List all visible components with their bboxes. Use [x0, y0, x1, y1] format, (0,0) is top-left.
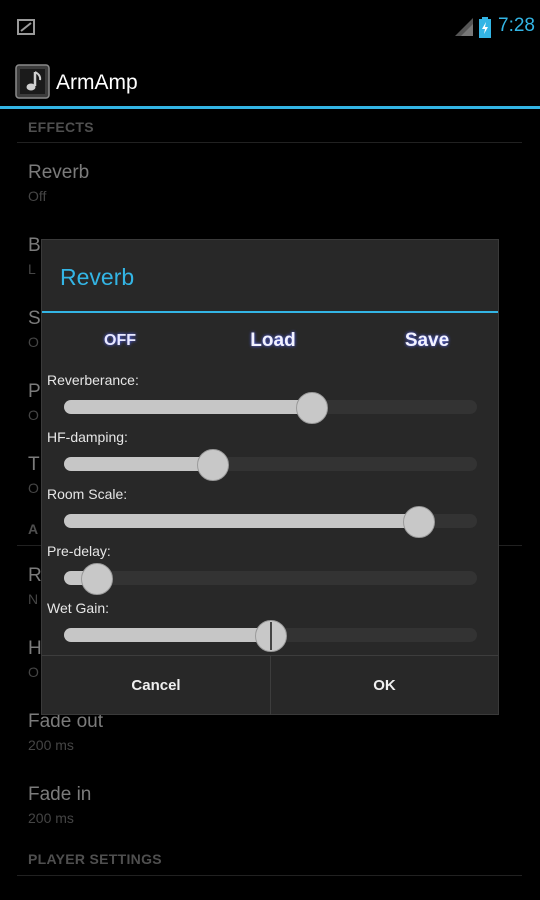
- dialog-title: Reverb: [60, 264, 135, 290]
- notification-icon: [17, 19, 35, 35]
- ok-button[interactable]: OK: [271, 656, 498, 715]
- battery-charging-icon: [479, 17, 491, 38]
- slider-fill: [64, 457, 213, 471]
- slider-thumb[interactable]: [255, 620, 287, 652]
- signal-icon: [455, 18, 473, 36]
- pre-delay-label: Pre-delay:: [47, 543, 111, 559]
- save-preset-button[interactable]: Save: [387, 324, 467, 358]
- wet-gain-slider[interactable]: [64, 620, 477, 652]
- slider-thumb[interactable]: [197, 449, 229, 481]
- hf-damping-slider[interactable]: [64, 449, 477, 481]
- slider-fill: [64, 628, 271, 642]
- off-toggle-button[interactable]: OFF: [82, 324, 158, 358]
- hf-damping-label: HF-damping:: [47, 429, 128, 445]
- pre-delay-slider[interactable]: [64, 563, 477, 595]
- clock: 7:28: [498, 15, 535, 36]
- load-preset-button[interactable]: Load: [232, 324, 314, 358]
- slider-thumb[interactable]: [81, 563, 113, 595]
- slider-thumb[interactable]: [403, 506, 435, 538]
- reverb-dialog: Reverb OFF Load Save Reverberance: HF-da…: [41, 239, 499, 715]
- dialog-title-divider: [42, 311, 498, 313]
- action-bar: ArmAmp: [0, 52, 540, 106]
- app-title: ArmAmp: [56, 71, 138, 94]
- dialog-button-bar: Cancel OK: [42, 655, 498, 715]
- slider-track: [64, 571, 477, 585]
- music-note-icon[interactable]: [15, 64, 50, 99]
- slider-fill: [64, 400, 312, 414]
- wet-gain-label: Wet Gain:: [47, 600, 109, 616]
- status-bar: 7:28: [0, 0, 540, 52]
- cancel-button[interactable]: Cancel: [42, 656, 271, 715]
- reverberance-label: Reverberance:: [47, 372, 139, 388]
- room-scale-slider[interactable]: [64, 506, 477, 538]
- room-scale-label: Room Scale:: [47, 486, 128, 502]
- reverberance-slider[interactable]: [64, 392, 477, 424]
- slider-scroll-area[interactable]: Reverberance: HF-damping: Room Scale: Pr…: [42, 368, 498, 655]
- slider-thumb[interactable]: [296, 392, 328, 424]
- slider-fill: [64, 514, 419, 528]
